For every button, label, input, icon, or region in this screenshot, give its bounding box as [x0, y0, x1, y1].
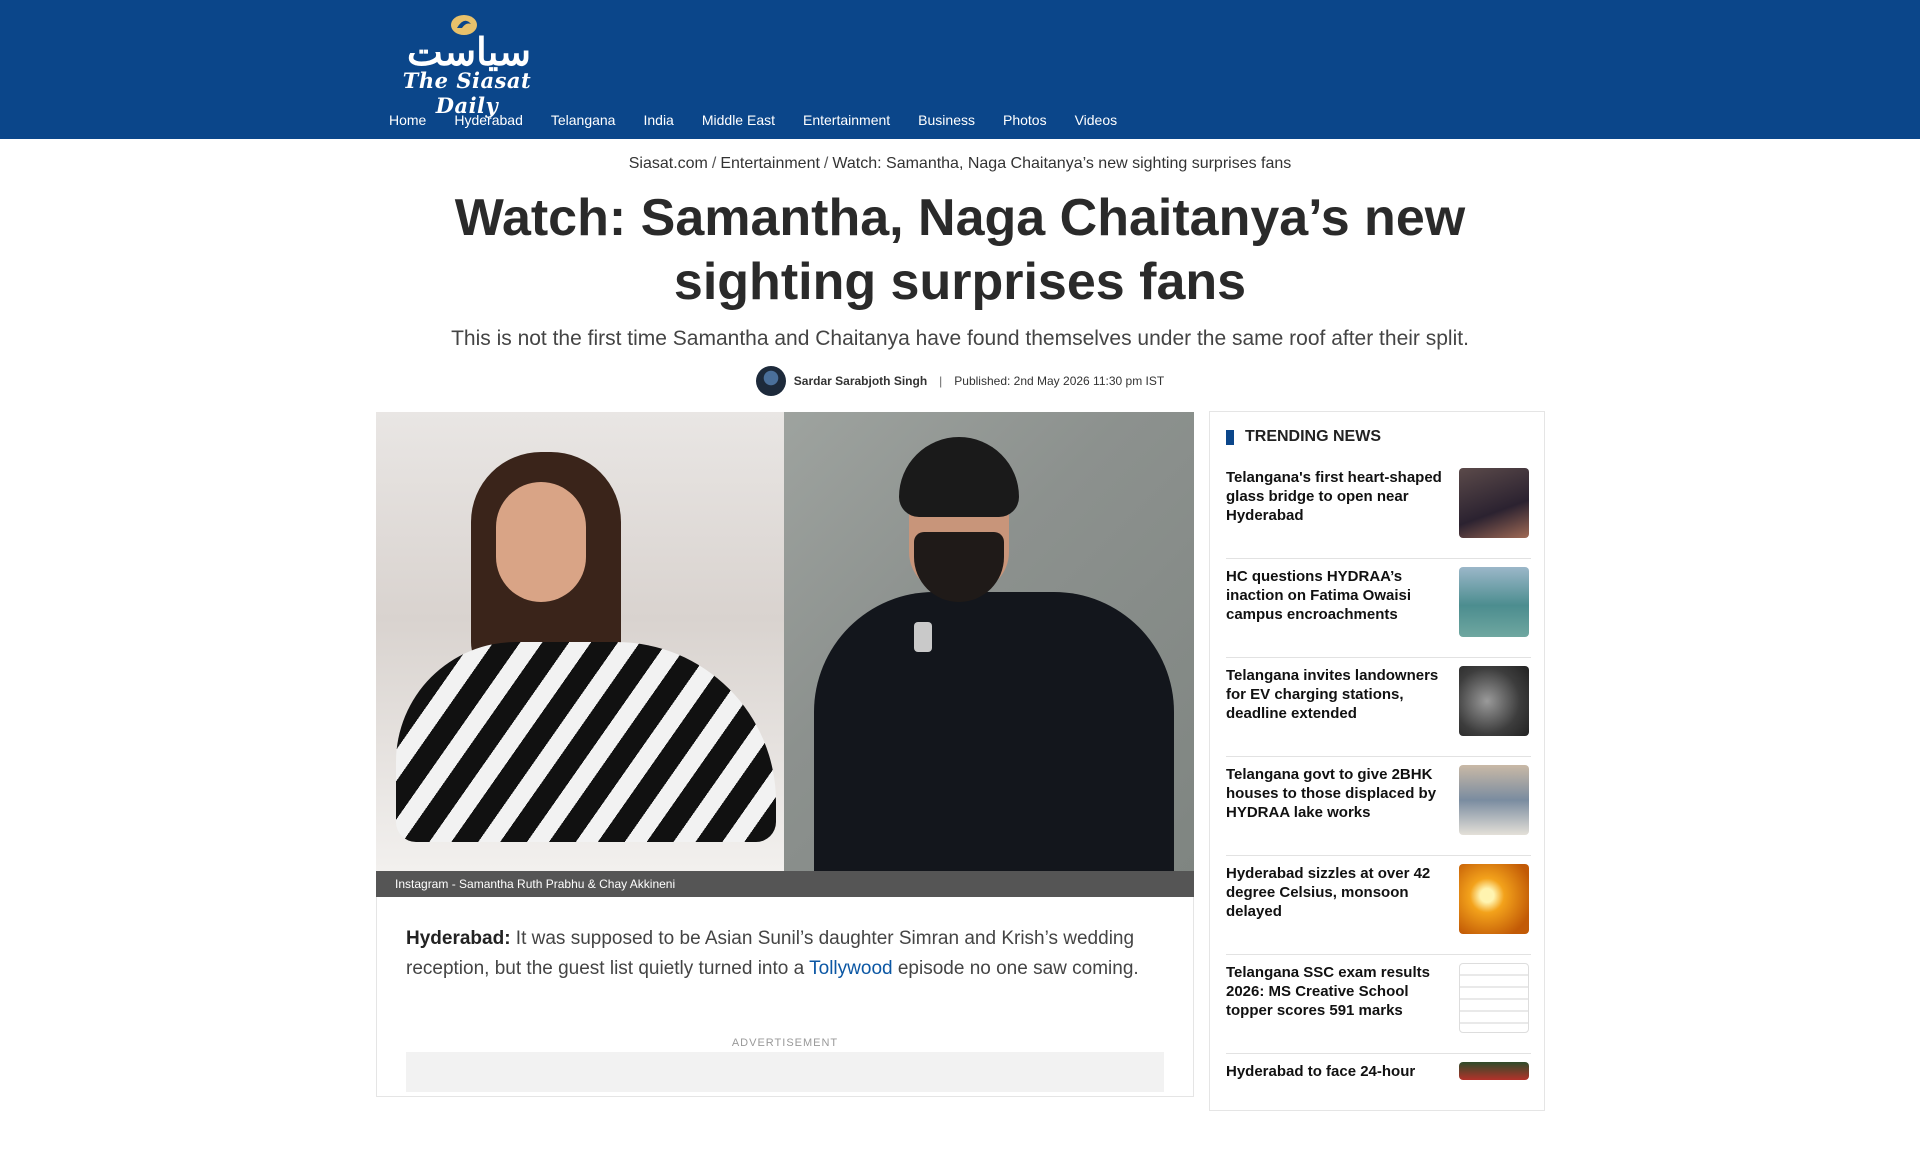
trending-item[interactable]: Telangana invites landowners for EV char…: [1226, 666, 1531, 757]
hero-image[interactable]: [376, 412, 1194, 871]
article-lead: Hyderabad: It was supposed to be Asian S…: [406, 924, 1164, 984]
image-caption: Instagram - Samantha Ruth Prabhu & Chay …: [376, 871, 1194, 897]
image-caption-text: Instagram - Samantha Ruth Prabhu & Chay …: [395, 877, 676, 891]
lead-dateline: Hyderabad:: [406, 928, 511, 949]
trending-heading: TRENDING NEWS: [1226, 426, 1381, 448]
article-title: Watch: Samantha, Naga Chaitanya’s new si…: [454, 189, 1466, 311]
logo-urdu-text: سیاست: [406, 29, 532, 74]
byline-separator: |: [939, 374, 943, 388]
nav-telangana[interactable]: Telangana: [551, 108, 616, 132]
breadcrumb-separator: /: [711, 155, 717, 172]
trending-item-thumbnail[interactable]: [1459, 765, 1529, 835]
trending-item-thumbnail[interactable]: [1459, 468, 1529, 538]
nav-videos[interactable]: Videos: [1075, 108, 1118, 132]
nav-hyderabad[interactable]: Hyderabad: [454, 108, 523, 132]
hero-brooch-shape: [914, 622, 932, 652]
published-date: Published: 2nd May 2026 11:30 pm IST: [954, 374, 1165, 388]
site-logo[interactable]: سیاست The Siasat Daily: [376, 10, 556, 118]
trending-item-thumbnail[interactable]: [1459, 864, 1529, 934]
main-nav: Home Hyderabad Telangana India Middle Ea…: [375, 108, 1131, 132]
nav-business[interactable]: Business: [918, 108, 975, 132]
trending-item-title[interactable]: Telangana's first heart-shaped glass bri…: [1226, 468, 1456, 525]
hero-striped-dress-shape: [396, 642, 776, 842]
trending-item-title[interactable]: Telangana SSC exam results 2026: MS Crea…: [1226, 963, 1456, 1020]
trending-item[interactable]: Telangana's first heart-shaped glass bri…: [1226, 468, 1531, 559]
trending-item-thumbnail[interactable]: [1459, 666, 1529, 736]
article-subtitle: This is not the first time Samantha and …: [451, 327, 1469, 350]
lead-text-after: episode no one saw coming.: [892, 958, 1139, 979]
heading-accent-bar: [1226, 429, 1234, 445]
trending-item-title[interactable]: Hyderabad sizzles at over 42 degree Cels…: [1226, 864, 1456, 921]
nav-photos[interactable]: Photos: [1003, 108, 1047, 132]
trending-item[interactable]: HC questions HYDRAA’s inaction on Fatima…: [1226, 567, 1531, 658]
breadcrumb-home[interactable]: Siasat.com: [629, 155, 708, 172]
trending-item-title[interactable]: HC questions HYDRAA’s inaction on Fatima…: [1226, 567, 1456, 624]
trending-item-title[interactable]: Hyderabad to face 24-hour: [1226, 1062, 1456, 1081]
nav-entertainment[interactable]: Entertainment: [803, 108, 890, 132]
advertisement-label: ADVERTISEMENT: [731, 1037, 839, 1049]
nav-india[interactable]: India: [643, 108, 673, 132]
trending-item-thumbnail[interactable]: [1459, 567, 1529, 637]
trending-item[interactable]: Telangana SSC exam results 2026: MS Crea…: [1226, 963, 1531, 1054]
site-header: سیاست The Siasat Daily Home Hyderabad Te…: [0, 0, 1920, 139]
hero-hair-shape: [899, 437, 1019, 517]
trending-item-title[interactable]: Telangana govt to give 2BHK houses to th…: [1226, 765, 1456, 822]
breadcrumb: Siasat.com / Entertainment / Watch: Samantha…: [0, 155, 1920, 173]
tollywood-link[interactable]: Tollywood: [809, 958, 892, 979]
trending-item-thumbnail[interactable]: [1459, 1062, 1529, 1080]
trending-item-thumbnail[interactable]: [1459, 963, 1529, 1033]
trending-item-title[interactable]: Telangana invites landowners for EV char…: [1226, 666, 1456, 723]
hero-suit-shape: [814, 592, 1174, 871]
advertisement-slot[interactable]: [406, 1052, 1164, 1092]
trending-heading-text: TRENDING NEWS: [1245, 428, 1381, 445]
author-avatar[interactable]: [755, 366, 786, 396]
breadcrumb-separator: /: [823, 155, 829, 172]
author-name[interactable]: Sardar Sarabjoth Singh: [794, 374, 927, 388]
breadcrumb-current: Watch: Samantha, Naga Chaitanya’s new si…: [832, 155, 1292, 172]
byline: Sardar Sarabjoth Singh | Published: 2nd …: [0, 366, 1920, 396]
nav-middle-east[interactable]: Middle East: [702, 108, 775, 132]
trending-item[interactable]: Hyderabad sizzles at over 42 degree Cels…: [1226, 864, 1531, 955]
hero-image-left: [376, 412, 784, 871]
trending-item[interactable]: Telangana govt to give 2BHK houses to th…: [1226, 765, 1531, 856]
hero-face-shape: [496, 482, 586, 602]
hero-image-right: [784, 412, 1194, 871]
nav-home[interactable]: Home: [389, 108, 426, 132]
breadcrumb-section[interactable]: Entertainment: [720, 155, 820, 172]
trending-item[interactable]: Hyderabad to face 24-hour: [1226, 1062, 1531, 1152]
